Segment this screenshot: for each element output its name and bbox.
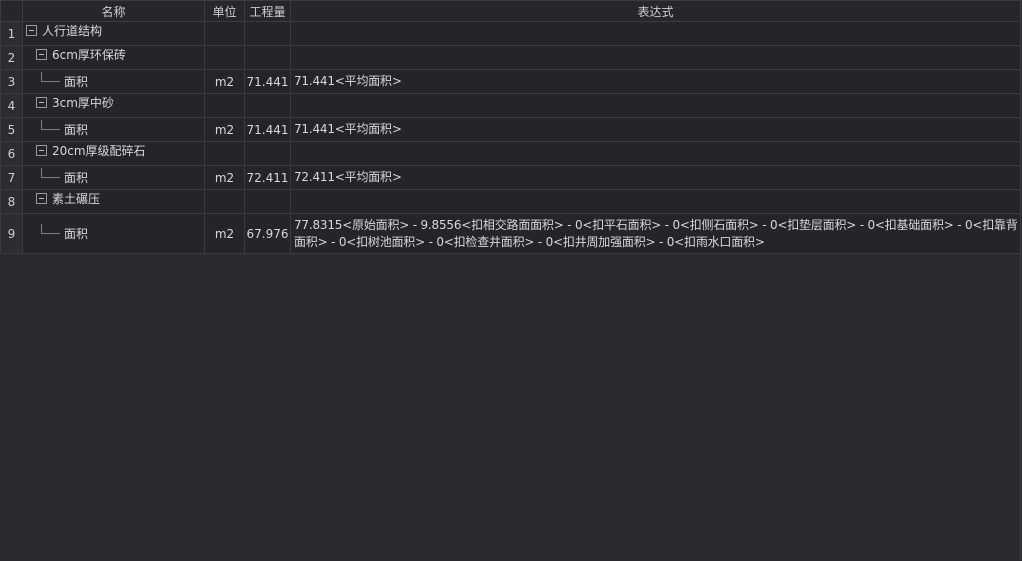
row-number[interactable]: 1 [0,21,23,46]
name-cell[interactable]: 面积 [22,213,205,254]
row-number[interactable]: 5 [0,117,23,142]
unit-cell[interactable] [204,21,245,46]
column-header-name[interactable]: 名称 [22,0,205,22]
collapse-icon[interactable] [36,145,47,156]
column-header-unit[interactable]: 单位 [204,0,245,22]
collapse-icon[interactable] [36,49,47,60]
unit-cell[interactable]: m2 [204,69,245,94]
unit-cell[interactable] [204,189,245,214]
row-number[interactable]: 7 [0,165,23,190]
row-number[interactable]: 2 [0,45,23,70]
item-name: 6cm厚环保砖 [52,48,126,62]
quantity-cell[interactable] [244,141,291,166]
tree-branch-icon [41,224,60,234]
quantity-table: 名称 单位 工程量 表达式 1 人行道结构 2 6cm厚环保砖 3 面积 m2 … [0,0,1021,254]
column-header-expression[interactable]: 表达式 [290,0,1021,22]
quantity-cell[interactable]: 71.441 [244,117,291,142]
name-cell[interactable]: 3cm厚中砂 [22,93,205,118]
unit-cell[interactable]: m2 [204,213,245,254]
quantity-cell[interactable] [244,45,291,70]
unit-cell[interactable]: m2 [204,165,245,190]
collapse-icon[interactable] [36,97,47,108]
quantity-cell[interactable]: 71.441 [244,69,291,94]
table-row[interactable]: 2 6cm厚环保砖 [0,45,1021,70]
table-header-row: 名称 单位 工程量 表达式 [0,0,1021,22]
corner-cell[interactable] [0,0,23,22]
row-number[interactable]: 3 [0,69,23,94]
quantity-cell[interactable] [244,21,291,46]
collapse-icon[interactable] [26,25,37,36]
empty-grid-area [0,254,1021,560]
name-cell[interactable]: 面积 [22,117,205,142]
unit-cell[interactable] [204,45,245,70]
row-number[interactable]: 9 [0,213,23,254]
table-row[interactable]: 8 素土碾压 [0,189,1021,214]
unit-cell[interactable] [204,93,245,118]
quantity-cell[interactable]: 67.976 [244,213,291,254]
table-row[interactable]: 7 面积 m2 72.411 72.411<平均面积> [0,165,1021,190]
table-row[interactable]: 3 面积 m2 71.441 71.441<平均面积> [0,69,1021,94]
quantity-cell[interactable] [244,189,291,214]
name-cell[interactable]: 6cm厚环保砖 [22,45,205,70]
expression-cell[interactable] [290,45,1021,70]
unit-cell[interactable]: m2 [204,117,245,142]
table-row[interactable]: 5 面积 m2 71.441 71.441<平均面积> [0,117,1021,142]
tree-branch-icon [41,72,60,82]
item-name: 20cm厚级配碎石 [52,144,146,158]
table-row[interactable]: 1 人行道结构 [0,21,1021,46]
item-name: 面积 [64,227,89,241]
table-row[interactable]: 9 面积 m2 67.976 77.8315<原始面积> - 9.8556<扣相… [0,213,1021,254]
name-cell[interactable]: 20cm厚级配碎石 [22,141,205,166]
name-cell[interactable]: 人行道结构 [22,21,205,46]
expression-cell[interactable]: 71.441<平均面积> [290,117,1021,142]
item-name: 素土碾压 [52,192,101,206]
row-number[interactable]: 6 [0,141,23,166]
item-name: 面积 [64,171,89,185]
expression-cell[interactable] [290,21,1021,46]
expression-cell[interactable]: 77.8315<原始面积> - 9.8556<扣相交路面面积> - 0<扣平石面… [290,213,1021,254]
item-name: 面积 [64,123,89,137]
item-name: 3cm厚中砂 [52,96,114,110]
name-cell[interactable]: 素土碾压 [22,189,205,214]
collapse-icon[interactable] [36,193,47,204]
expression-cell[interactable] [290,141,1021,166]
quantity-cell[interactable]: 72.411 [244,165,291,190]
item-name: 人行道结构 [42,24,103,38]
expression-cell[interactable]: 71.441<平均面积> [290,69,1021,94]
expression-cell[interactable] [290,93,1021,118]
tree-branch-icon [41,168,60,178]
table-row[interactable]: 4 3cm厚中砂 [0,93,1021,118]
row-number[interactable]: 8 [0,189,23,214]
expression-cell[interactable] [290,189,1021,214]
name-cell[interactable]: 面积 [22,165,205,190]
name-cell[interactable]: 面积 [22,69,205,94]
expression-cell[interactable]: 72.411<平均面积> [290,165,1021,190]
unit-cell[interactable] [204,141,245,166]
table-row[interactable]: 6 20cm厚级配碎石 [0,141,1021,166]
tree-branch-icon [41,120,60,130]
item-name: 面积 [64,75,89,89]
quantity-cell[interactable] [244,93,291,118]
column-header-quantity[interactable]: 工程量 [244,0,291,22]
row-number[interactable]: 4 [0,93,23,118]
